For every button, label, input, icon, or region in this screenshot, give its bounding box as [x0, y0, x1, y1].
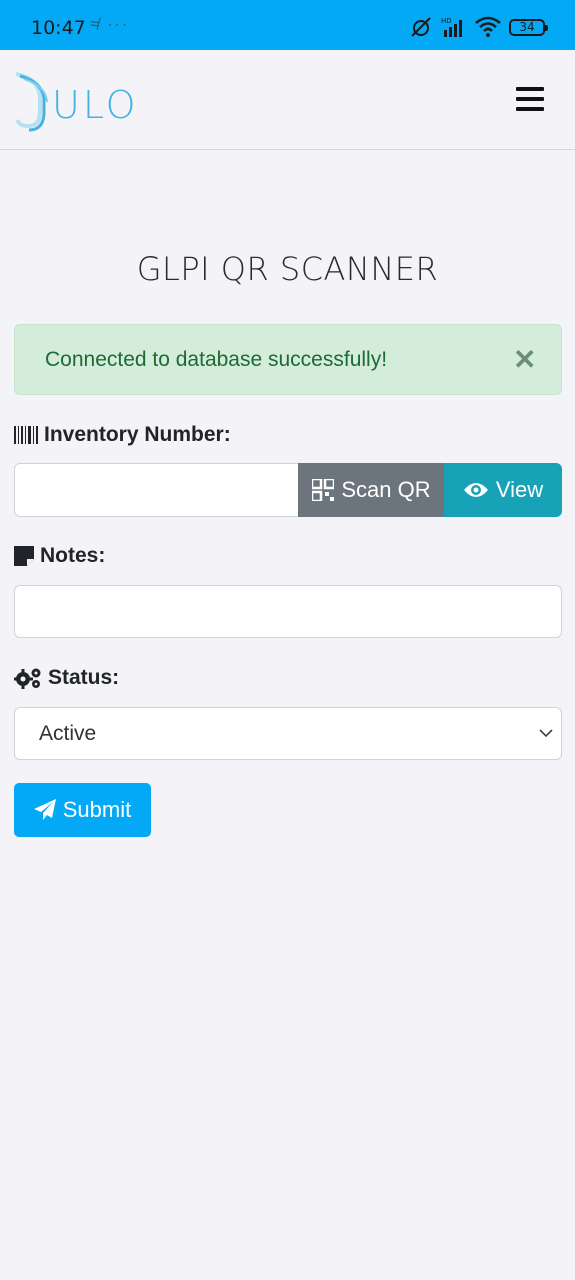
submit-label: Submit	[62, 797, 132, 822]
view-label: View	[495, 477, 544, 502]
hamburger-line	[516, 97, 544, 101]
alarm-off-icon	[411, 17, 431, 37]
scan-qr-button[interactable]: Scan QR	[298, 463, 445, 517]
inventory-label: Inventory Number:	[14, 423, 231, 447]
status-time: 10:47	[31, 17, 86, 39]
inventory-number-input[interactable]	[14, 463, 300, 517]
success-alert: Connected to database successfully! ✕	[14, 324, 562, 395]
notes-label-text: Notes:	[40, 544, 106, 567]
page-title: GLPI QR SCANNER	[136, 250, 439, 288]
battery-icon: 34	[509, 18, 548, 36]
inventory-label-text: Inventory Number:	[44, 423, 231, 446]
status-label: Status:	[14, 666, 119, 690]
menu-toggle-button[interactable]	[516, 87, 544, 111]
navbar: ULO	[0, 50, 575, 150]
signal-icon: HD	[441, 17, 462, 37]
eye-icon	[463, 483, 488, 497]
hamburger-line	[516, 87, 544, 91]
scan-qr-label: Scan QR	[341, 477, 431, 502]
paper-plane-icon	[33, 799, 56, 820]
qrcode-icon	[312, 479, 335, 501]
cogs-icon	[14, 668, 41, 689]
julo-logo[interactable]: ULO	[12, 70, 142, 132]
notes-label: Notes:	[14, 544, 105, 568]
submit-button[interactable]: Submit	[14, 783, 151, 837]
status-select-value: Active	[39, 722, 97, 745]
alert-message: Connected to database successfully!	[45, 348, 388, 371]
alert-close-button[interactable]: ✕	[513, 343, 536, 376]
barcode-icon	[14, 426, 38, 444]
chevron-down-icon	[539, 729, 553, 738]
logo-text: ULO	[52, 83, 139, 127]
logo-j-mark	[15, 72, 48, 132]
status-right-icons: HD 34	[409, 15, 548, 39]
notification-icons: ≉ ···	[90, 16, 130, 33]
view-button[interactable]: View	[444, 463, 562, 517]
notes-input[interactable]	[14, 585, 562, 638]
sticky-note-icon	[14, 546, 34, 566]
status-select[interactable]: Active	[14, 707, 562, 760]
svg-text:HD: HD	[441, 17, 452, 25]
status-bar: 10:47 ≉ ··· HD 34	[0, 0, 575, 50]
wifi-icon	[475, 16, 501, 37]
hamburger-line	[516, 107, 544, 111]
status-label-text: Status:	[48, 666, 120, 689]
